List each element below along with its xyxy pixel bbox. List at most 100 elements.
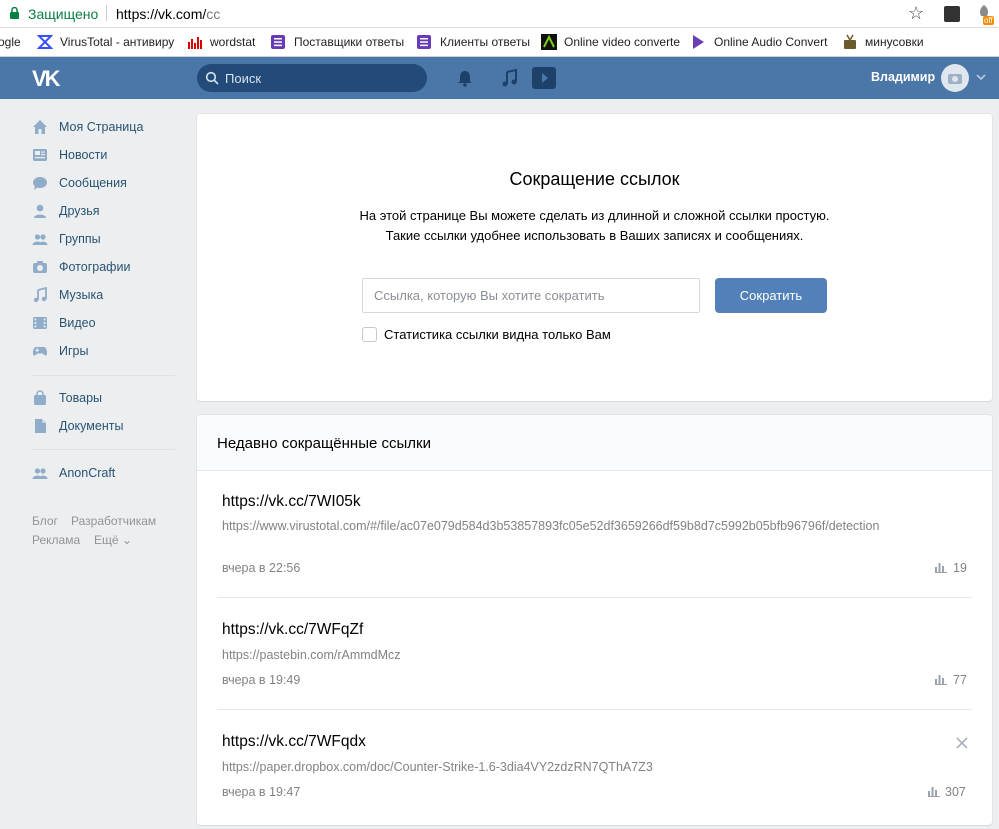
short-link[interactable]: https://vk.cc/7WFqZf — [222, 621, 363, 639]
stats-icon — [928, 787, 940, 797]
sidebar-item-music[interactable]: Музыка — [32, 285, 182, 307]
search-icon — [205, 71, 219, 85]
bookmark-google[interactable]: ogle — [0, 35, 21, 49]
description-line-1: На этой странице Вы можете сделать из дл… — [359, 208, 830, 223]
sidebar-item-label: AnonCraft — [59, 466, 116, 480]
forms-icon — [271, 35, 285, 49]
sidebar-item-video[interactable]: Видео — [32, 313, 182, 335]
top-header: VK Владимир — [0, 57, 999, 99]
short-link[interactable]: https://vk.cc/7WI05k — [222, 493, 361, 511]
friends-icon — [34, 204, 46, 218]
bookmark-wordstat[interactable]: wordstat — [210, 35, 255, 49]
user-name[interactable]: Владимир — [871, 70, 935, 84]
bookmark-clients[interactable]: Клиенты ответы — [440, 35, 530, 49]
tv-icon — [844, 34, 856, 49]
photos-icon — [33, 261, 47, 273]
play-icon[interactable] — [532, 67, 556, 89]
sidebar-divider — [32, 375, 175, 376]
footer-link-blog[interactable]: Блог — [32, 514, 58, 528]
virustotal-icon — [37, 35, 53, 49]
sidebar-item-label: Друзья — [59, 204, 100, 218]
camera-icon — [948, 74, 962, 84]
sidebar-item-groups[interactable]: Группы — [32, 229, 182, 251]
sidebar-item-label: Игры — [59, 344, 89, 358]
music-icon — [33, 287, 47, 303]
url-text[interactable]: https://vk.com/cc — [116, 6, 220, 22]
stats-icon — [935, 563, 947, 573]
sidebar-item-goods[interactable]: Товары — [32, 388, 182, 410]
sidebar-item-label: Группы — [59, 232, 101, 246]
extension-icon[interactable] — [944, 6, 960, 22]
link-timestamp: вчера в 22:56 — [222, 561, 301, 575]
views-count[interactable]: 307 — [945, 785, 966, 799]
sidebar-item-documents[interactable]: Документы — [32, 416, 182, 438]
sidebar-item-label: Видео — [59, 316, 96, 330]
bookmark-star-icon[interactable]: ☆ — [908, 3, 924, 24]
sidebar-item-messages[interactable]: Сообщения — [32, 173, 182, 195]
bookmark-video-converter[interactable]: Online video converte — [564, 35, 680, 49]
recent-links-header: Недавно сокращённые ссылки — [197, 415, 992, 471]
views-count[interactable]: 77 — [953, 673, 967, 687]
sidebar-item-label: Документы — [59, 419, 124, 433]
sidebar-item-friends[interactable]: Друзья — [32, 201, 182, 223]
shortener-card — [197, 114, 992, 401]
extension-off-badge: off — [983, 16, 994, 25]
avatar[interactable] — [941, 64, 969, 92]
url-host: https://vk.com/ — [116, 6, 207, 22]
sidebar-item-label: Моя Страница — [59, 120, 144, 134]
sidebar-item-my-page[interactable]: Моя Страница — [32, 117, 182, 139]
audio-converter-icon — [693, 35, 704, 49]
original-link[interactable]: https://pastebin.com/rAmmdMcz — [222, 646, 912, 664]
close-icon[interactable] — [956, 737, 968, 749]
bookmark-suppliers[interactable]: Поставщики ответы — [294, 35, 404, 49]
chevron-down-icon[interactable] — [976, 73, 986, 81]
shopping-bag-icon — [34, 390, 46, 405]
stats-icon — [935, 675, 947, 685]
video-converter-icon — [541, 34, 557, 50]
search-input[interactable] — [225, 64, 420, 92]
search-box[interactable] — [197, 64, 427, 92]
sidebar-item-photos[interactable]: Фотографии — [32, 257, 182, 279]
secure-label: Защищено — [28, 6, 99, 22]
sidebar-item-label: Музыка — [59, 288, 104, 302]
sidebar-item-news[interactable]: Новости — [32, 145, 182, 167]
row-divider — [217, 597, 972, 598]
footer-link-ads[interactable]: Реклама — [32, 533, 80, 547]
groups-icon — [32, 234, 48, 245]
bell-icon[interactable] — [455, 68, 475, 88]
bookmark-minusovki[interactable]: минусовки — [865, 35, 924, 49]
address-separator — [106, 5, 107, 21]
messages-icon — [33, 177, 47, 190]
sidebar-item-games[interactable]: Игры — [32, 341, 182, 363]
lock-icon — [10, 7, 19, 19]
games-icon — [32, 347, 48, 356]
footer-link-developers[interactable]: Разработчикам — [71, 514, 156, 528]
private-stats-label[interactable]: Статистика ссылки видна только Вам — [384, 327, 611, 342]
shorten-button[interactable]: Сократить — [715, 278, 827, 313]
music-icon[interactable] — [500, 68, 520, 88]
bookmarks-bar: ogle VirusTotal - антивиру wordstat Пост… — [0, 28, 999, 57]
address-bar[interactable]: Защищено https://vk.com/cc ☆ off — [0, 0, 999, 28]
url-input[interactable] — [362, 278, 700, 313]
url-path: cc — [206, 6, 221, 22]
link-timestamp: вчера в 19:49 — [222, 673, 301, 687]
sidebar-divider — [32, 449, 175, 450]
bookmark-virustotal[interactable]: VirusTotal - антивиру — [60, 35, 174, 49]
bookmark-audio-converter[interactable]: Online Audio Convert — [714, 35, 827, 49]
description-line-2: Такие ссылки удобнее использовать в Ваши… — [385, 228, 804, 243]
page-title: Сокращение ссылок — [509, 169, 680, 189]
home-icon — [33, 120, 47, 134]
sidebar-item-label: Фотографии — [59, 260, 131, 274]
footer-link-more[interactable]: Ещё ⌄ — [94, 533, 132, 547]
short-link[interactable]: https://vk.cc/7WFqdx — [222, 733, 366, 751]
sidebar-item-label: Товары — [59, 391, 102, 405]
row-divider — [217, 709, 972, 710]
original-link[interactable]: https://paper.dropbox.com/doc/Counter-St… — [222, 758, 912, 776]
sidebar-item-anoncraft[interactable]: AnonCraft — [32, 463, 182, 485]
original-link[interactable]: https://www.virustotal.com/#/file/ac07e0… — [222, 517, 912, 535]
views-count[interactable]: 19 — [953, 561, 967, 575]
private-stats-checkbox[interactable] — [362, 327, 377, 342]
sidebar-item-label: Новости — [59, 148, 108, 162]
vk-logo[interactable]: VK — [32, 66, 61, 92]
document-icon — [35, 419, 46, 433]
